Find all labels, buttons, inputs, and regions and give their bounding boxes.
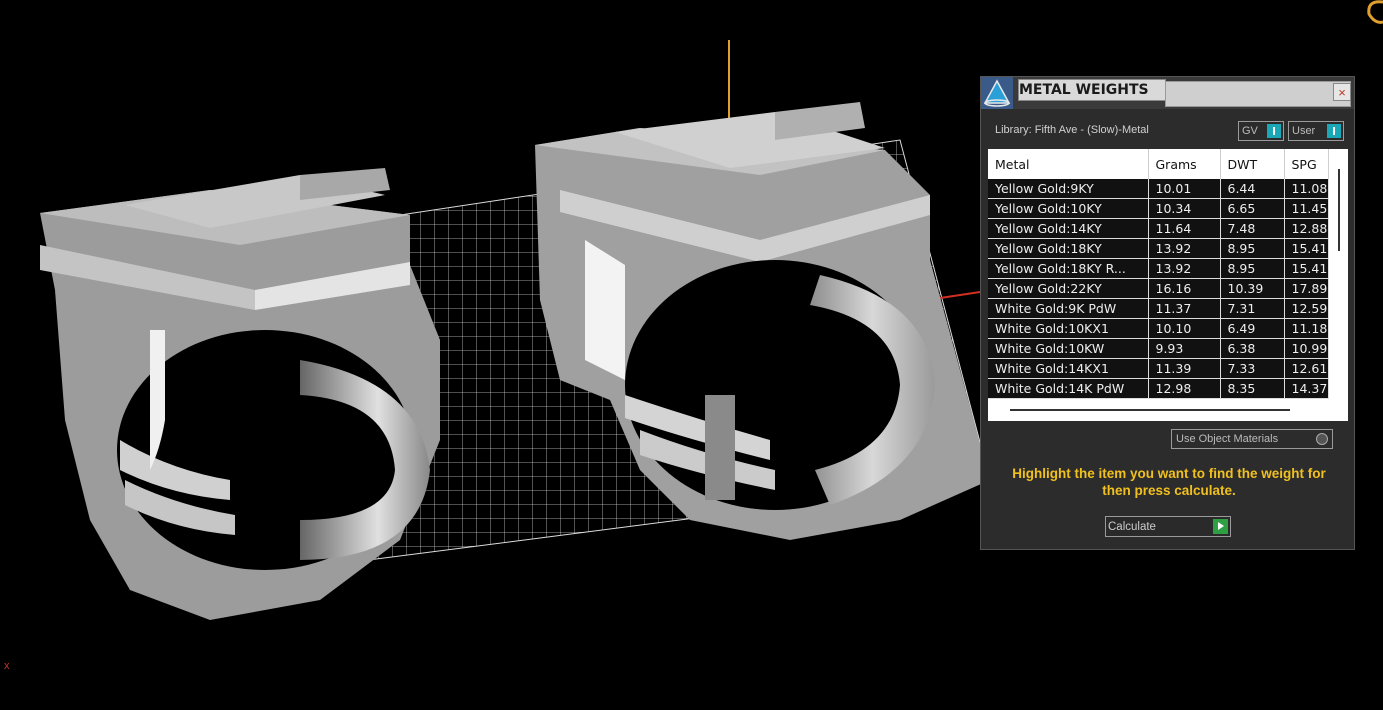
table-row[interactable]: White Gold:14KX1 11.39 7.33 12.61 [988, 358, 1329, 379]
cell-spg: 15.41 [1284, 258, 1329, 279]
metal-table[interactable]: Metal Grams DWT SPG Yellow Gold:9KY 10.01… [988, 149, 1348, 421]
table-header-row: Metal Grams DWT SPG [988, 149, 1329, 179]
cell-metal: White Gold:10KX1 [988, 318, 1149, 339]
column-header-grams[interactable]: Grams [1148, 149, 1221, 179]
table-row[interactable]: White Gold:10KW 9.93 6.38 10.99 [988, 338, 1329, 359]
table-horizontal-scrollbar[interactable] [1010, 409, 1290, 411]
user-toggle-label: User [1292, 125, 1316, 137]
cell-grams: 12.98 [1148, 378, 1221, 399]
table-row[interactable]: Yellow Gold:14KY 11.64 7.48 12.88 [988, 218, 1329, 239]
ring-model-left [40, 168, 440, 620]
cell-metal: Yellow Gold:9KY [988, 179, 1149, 199]
cell-metal: Yellow Gold:14KY [988, 218, 1149, 239]
cell-dwt: 6.38 [1220, 338, 1285, 359]
gv-toggle[interactable]: GV [1238, 121, 1284, 141]
cell-grams: 11.64 [1148, 218, 1221, 239]
cell-grams: 10.01 [1148, 179, 1221, 199]
cell-dwt: 10.39 [1220, 278, 1285, 299]
cell-spg: 11.18 [1284, 318, 1329, 339]
column-header-dwt[interactable]: DWT [1220, 149, 1285, 179]
cell-dwt: 8.95 [1220, 258, 1285, 279]
table-row[interactable]: White Gold:14K PdW 12.98 8.35 14.37 [988, 378, 1329, 399]
gv-toggle-label: GV [1242, 125, 1258, 137]
cell-dwt: 8.95 [1220, 238, 1285, 259]
axis-x-label: x [4, 660, 10, 672]
cell-metal: White Gold:14K PdW [988, 378, 1149, 399]
cell-spg: 11.08 [1284, 179, 1329, 199]
play-icon [1213, 519, 1228, 534]
cell-grams: 13.92 [1148, 238, 1221, 259]
cell-spg: 14.37 [1284, 378, 1329, 399]
cell-spg: 12.88 [1284, 218, 1329, 239]
metal-weights-panel: METAL WEIGHTS × Library: Fifth Ave - (Sl… [980, 76, 1355, 550]
table-row[interactable]: White Gold:10KX1 10.10 6.49 11.18 [988, 318, 1329, 339]
column-header-spg[interactable]: SPG [1284, 149, 1329, 179]
titlebar-fill [1165, 81, 1351, 107]
cell-spg: 17.89 [1284, 278, 1329, 299]
cell-metal: White Gold:9K PdW [988, 298, 1149, 319]
cell-dwt: 6.44 [1220, 179, 1285, 199]
cell-spg: 12.61 [1284, 358, 1329, 379]
toggle-switch-icon [1267, 124, 1281, 138]
user-toggle[interactable]: User [1288, 121, 1344, 141]
table-row[interactable]: Yellow Gold:9KY 10.01 6.44 11.08 [988, 179, 1329, 199]
calculate-button[interactable]: Calculate [1105, 516, 1231, 537]
cell-spg: 10.99 [1284, 338, 1329, 359]
table-row[interactable]: Yellow Gold:22KY 16.16 10.39 17.89 [988, 278, 1329, 299]
table-row[interactable]: Yellow Gold:18KY 13.92 8.95 15.41 [988, 238, 1329, 259]
panel-title: METAL WEIGHTS [1018, 79, 1166, 101]
cell-metal: White Gold:10KW [988, 338, 1149, 359]
cell-dwt: 8.35 [1220, 378, 1285, 399]
cell-grams: 11.37 [1148, 298, 1221, 319]
cell-spg: 15.41 [1284, 238, 1329, 259]
cell-dwt: 7.48 [1220, 218, 1285, 239]
instructions-text: Highlight the item you want to find the … [1012, 466, 1326, 498]
toggle-switch-icon [1327, 124, 1341, 138]
cell-grams: 16.16 [1148, 278, 1221, 299]
cell-dwt: 7.31 [1220, 298, 1285, 319]
cell-grams: 10.10 [1148, 318, 1221, 339]
table-row[interactable]: Yellow Gold:10KY 10.34 6.65 11.45 [988, 198, 1329, 219]
calculate-label: Calculate [1108, 521, 1156, 533]
cell-spg: 12.59 [1284, 298, 1329, 319]
use-object-materials-toggle[interactable]: Use Object Materials [1171, 429, 1333, 449]
cell-dwt: 7.33 [1220, 358, 1285, 379]
metal-weights-logo-icon [981, 77, 1013, 109]
column-header-metal[interactable]: Metal [988, 149, 1149, 179]
cell-metal: Yellow Gold:22KY [988, 278, 1149, 299]
library-label: Library: Fifth Ave - (Slow)-Metal [995, 124, 1149, 136]
cell-metal: Yellow Gold:10KY [988, 198, 1149, 219]
cell-dwt: 6.65 [1220, 198, 1285, 219]
cell-dwt: 6.49 [1220, 318, 1285, 339]
use-object-materials-label: Use Object Materials [1176, 433, 1279, 445]
table-vertical-scrollbar[interactable] [1338, 169, 1340, 251]
orbit-icon[interactable] [1353, 0, 1383, 28]
cell-metal: Yellow Gold:18KY R... [988, 258, 1149, 279]
cell-metal: White Gold:14KX1 [988, 358, 1149, 379]
cell-grams: 9.93 [1148, 338, 1221, 359]
close-button[interactable]: × [1333, 83, 1351, 101]
cell-grams: 13.92 [1148, 258, 1221, 279]
panel-titlebar[interactable]: METAL WEIGHTS × [981, 77, 1354, 109]
radio-icon [1316, 433, 1328, 445]
cell-metal: Yellow Gold:18KY [988, 238, 1149, 259]
table-row[interactable]: White Gold:9K PdW 11.37 7.31 12.59 [988, 298, 1329, 319]
cell-grams: 10.34 [1148, 198, 1221, 219]
cell-grams: 11.39 [1148, 358, 1221, 379]
cell-spg: 11.45 [1284, 198, 1329, 219]
table-row[interactable]: Yellow Gold:18KY R... 13.92 8.95 15.41 [988, 258, 1329, 279]
